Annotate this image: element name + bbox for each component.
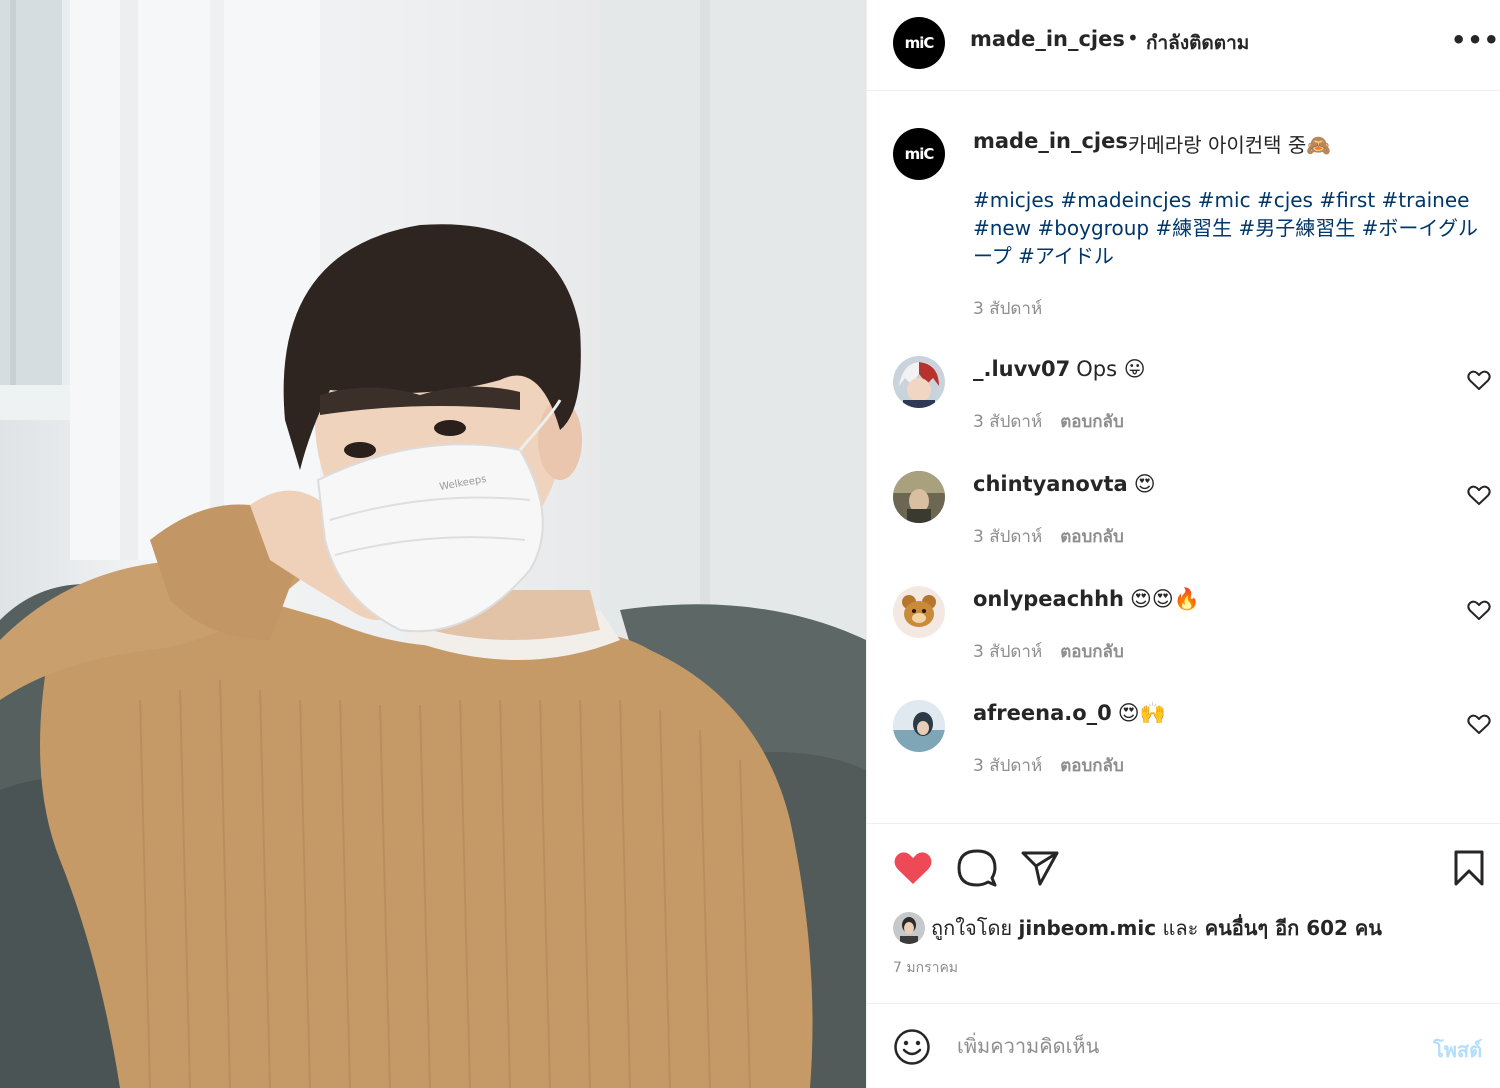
bookmark-icon[interactable] bbox=[1453, 850, 1485, 886]
comment-timestamp: 3 สัปดาห์ bbox=[973, 756, 1043, 776]
reply-button[interactable]: ตอบกลับ bbox=[1060, 412, 1124, 432]
caption-avatar[interactable]: miC bbox=[893, 128, 945, 180]
emoji-icon[interactable] bbox=[893, 1028, 931, 1066]
comment-username[interactable]: onlypeachhh 😍😍🔥 bbox=[973, 587, 1200, 612]
comment-username[interactable]: _.luvv07 Ops 😛 bbox=[973, 357, 1146, 381]
caption-text: 카메라랑 아이컨택 중🙈 bbox=[1128, 133, 1332, 157]
comment-bar: โพสต์ bbox=[867, 1003, 1500, 1088]
post-actions: ถูกใจโดย jinbeom.mic และ คนอื่นๆ อีก 602… bbox=[867, 823, 1500, 1003]
liker-username[interactable]: jinbeom.mic bbox=[1019, 916, 1157, 940]
avatar-logo-text: miC bbox=[904, 34, 935, 52]
comment-icon[interactable] bbox=[957, 848, 997, 888]
commenter-avatar[interactable] bbox=[893, 586, 945, 638]
post-date[interactable]: 7 มกราคม bbox=[893, 957, 958, 979]
comment-timestamp: 3 สัปดาห์ bbox=[973, 642, 1043, 662]
comment-username[interactable]: afreena.o_0 😍🙌 bbox=[973, 701, 1166, 726]
comment-item: _.luvv07 Ops 😛 3 สัปดาห์ ตอบกลับ bbox=[867, 356, 1500, 466]
follow-status-button[interactable]: กำลังติดตาม bbox=[1146, 28, 1249, 58]
post-side-panel: miC made_in_cjes • กำลังติดตาม ••• miC m… bbox=[866, 0, 1500, 1088]
comment-item: chintyanovta 😍 3 สัปดาห์ ตอบกลับ bbox=[867, 471, 1500, 581]
commenter-avatar[interactable] bbox=[893, 356, 945, 408]
post-photo: Welkeeps bbox=[0, 0, 866, 1088]
likes-summary: ถูกใจโดย jinbeom.mic และ คนอื่นๆ อีก 602… bbox=[893, 912, 1382, 944]
like-icon[interactable] bbox=[893, 850, 933, 886]
header-separator: • bbox=[1127, 26, 1139, 50]
post-header: miC made_in_cjes • กำลังติดตาม ••• bbox=[867, 0, 1500, 91]
comment-like-icon[interactable] bbox=[1467, 599, 1491, 621]
comment-meta: 3 สัปดาห์ ตอบกลับ bbox=[973, 638, 1124, 665]
comment-meta: 3 สัปดาห์ ตอบกลับ bbox=[973, 752, 1124, 779]
caption-username[interactable]: made_in_cjes bbox=[973, 129, 1128, 153]
comment-item: onlypeachhh 😍😍🔥 3 สัปดาห์ ตอบกลับ bbox=[867, 586, 1500, 696]
more-options-icon[interactable]: ••• bbox=[1451, 26, 1500, 54]
caption-hashtags[interactable]: #micjes #madeincjes #mic #cjes #first #t… bbox=[973, 186, 1483, 270]
commenter-avatar[interactable] bbox=[893, 700, 945, 752]
commenter-avatar[interactable] bbox=[893, 471, 945, 523]
comment-input[interactable] bbox=[957, 1026, 1397, 1066]
comment-item: afreena.o_0 😍🙌 3 สัปดาห์ ตอบกลับ bbox=[867, 700, 1500, 810]
comment-timestamp: 3 สัปดาห์ bbox=[973, 412, 1043, 432]
comment-timestamp: 3 สัปดาห์ bbox=[973, 527, 1043, 547]
comment-meta: 3 สัปดาห์ ตอบกลับ bbox=[973, 523, 1124, 550]
comment-text: 😍🙌 bbox=[1117, 701, 1166, 725]
caption-timestamp: 3 สัปดาห์ bbox=[973, 299, 1043, 319]
liker-avatar[interactable] bbox=[893, 912, 925, 944]
likes-conjunction: และ bbox=[1162, 916, 1199, 940]
comment-like-icon[interactable] bbox=[1467, 484, 1491, 506]
share-icon[interactable] bbox=[1021, 850, 1059, 886]
likes-others-link[interactable]: คนอื่นๆ อีก 602 คน bbox=[1205, 912, 1382, 944]
account-avatar[interactable]: miC bbox=[893, 17, 945, 69]
comment-text: 😍😍🔥 bbox=[1130, 587, 1200, 611]
comment-text: 😍 bbox=[1133, 472, 1156, 496]
reply-button[interactable]: ตอบกลับ bbox=[1060, 756, 1124, 776]
comment-username[interactable]: chintyanovta 😍 bbox=[973, 472, 1156, 496]
likes-prefix: ถูกใจโดย bbox=[931, 916, 1013, 940]
comment-like-icon[interactable] bbox=[1467, 369, 1491, 391]
comment-meta: 3 สัปดาห์ ตอบกลับ bbox=[973, 408, 1124, 435]
post-comment-button[interactable]: โพสต์ bbox=[1433, 1034, 1482, 1066]
reply-button[interactable]: ตอบกลับ bbox=[1060, 527, 1124, 547]
header-username[interactable]: made_in_cjes bbox=[970, 27, 1125, 51]
reply-button[interactable]: ตอบกลับ bbox=[1060, 642, 1124, 662]
comment-text: Ops 😛 bbox=[1076, 357, 1146, 381]
avatar-logo-text: miC bbox=[904, 145, 935, 163]
comment-like-icon[interactable] bbox=[1467, 713, 1491, 735]
